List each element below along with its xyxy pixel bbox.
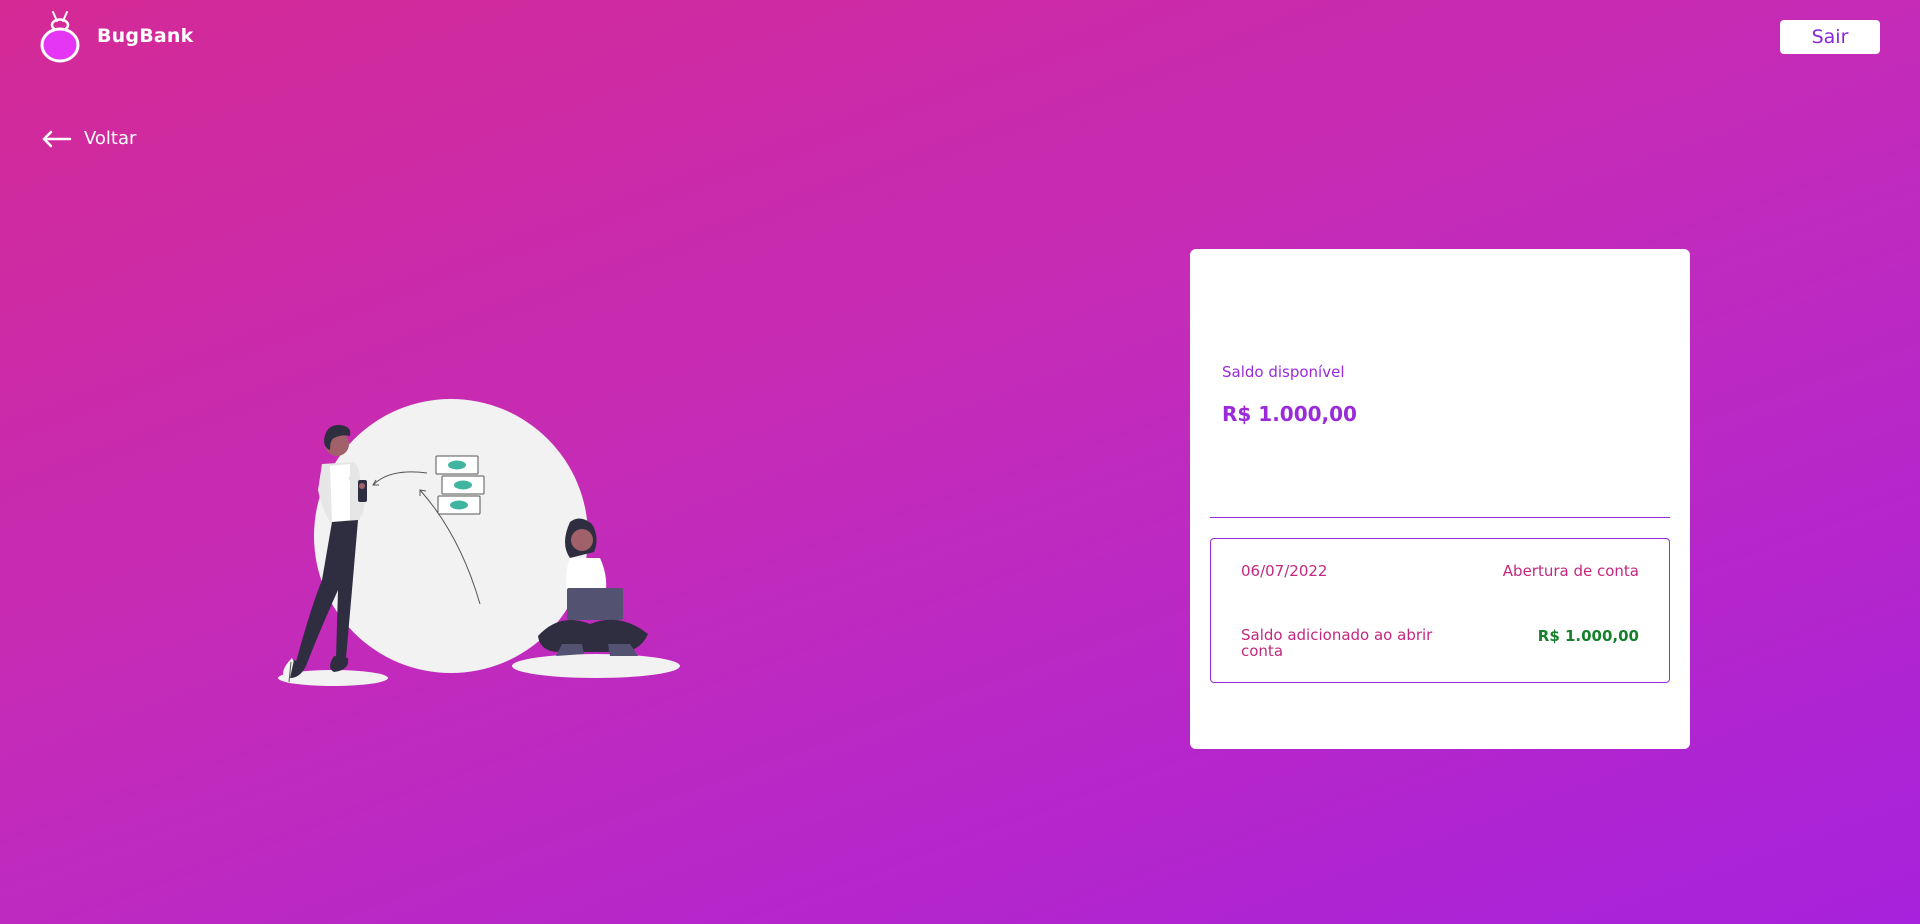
transaction-item: 06/07/2022 Abertura de conta Saldo adici… [1210, 538, 1670, 683]
bug-logo-icon [40, 11, 80, 63]
back-link[interactable]: Voltar [42, 128, 136, 149]
balance-card: Saldo disponível R$ 1.000,00 06/07/2022 … [1190, 249, 1690, 749]
transaction-type: Abertura de conta [1502, 562, 1639, 580]
logout-button[interactable]: Sair [1780, 20, 1880, 54]
transaction-amount: R$ 1.000,00 [1537, 627, 1639, 645]
balance-label: Saldo disponível [1222, 363, 1345, 381]
balance-value: R$ 1.000,00 [1222, 402, 1357, 426]
logo[interactable]: BugBank [38, 8, 193, 64]
arrow-left-icon [42, 130, 72, 147]
money-transfer-illustration [278, 399, 680, 686]
transaction-description: Saldo adicionado ao abrir conta [1241, 626, 1433, 660]
back-label: Voltar [84, 128, 137, 149]
header: BugBank Sair [0, 0, 1920, 84]
transaction-date: 06/07/2022 [1241, 562, 1328, 580]
divider [1210, 517, 1670, 518]
brand-name: BugBank [97, 25, 194, 47]
